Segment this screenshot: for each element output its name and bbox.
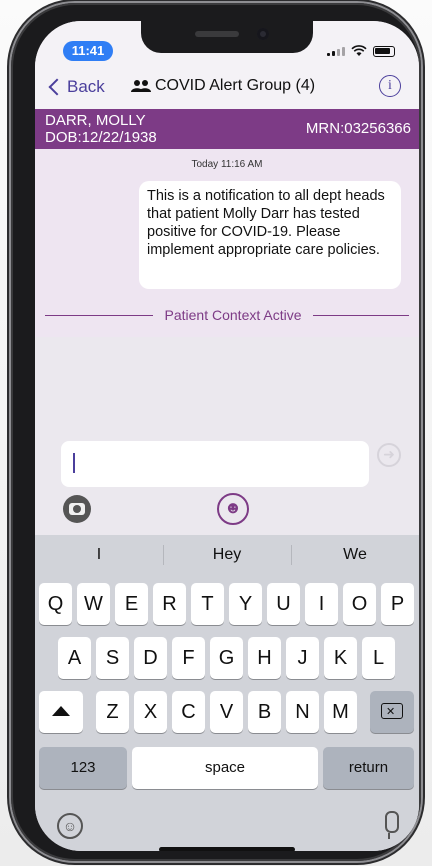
screen: 11:41 Back COVID Alert Group (4) i DARR,… — [35, 21, 419, 851]
key-s[interactable]: S — [96, 637, 129, 679]
nav-bar: Back COVID Alert Group (4) i — [35, 65, 419, 109]
status-icons — [327, 45, 395, 57]
message-timestamp: Today 11:16 AM — [191, 159, 263, 170]
patient-identity: DARR, MOLLY DOB:12/22/1938 — [45, 112, 157, 146]
key-z[interactable]: Z — [96, 691, 129, 733]
key-g[interactable]: G — [210, 637, 243, 679]
microphone-icon[interactable] — [383, 811, 399, 841]
group-icon — [131, 80, 151, 92]
key-v[interactable]: V — [210, 691, 243, 733]
home-indicator[interactable] — [159, 847, 295, 851]
numbers-key[interactable]: 123 — [39, 747, 127, 789]
patient-mrn: MRN:03256366 — [305, 120, 411, 137]
phone-frame: 11:41 Back COVID Alert Group (4) i DARR,… — [11, 3, 421, 861]
key-i[interactable]: I — [305, 583, 338, 625]
back-button[interactable]: Back — [48, 77, 105, 97]
key-f[interactable]: F — [172, 637, 205, 679]
suggestion-1[interactable]: I — [35, 535, 163, 575]
front-camera — [257, 28, 269, 40]
predictive-bar: I Hey We — [35, 535, 419, 575]
key-t[interactable]: T — [191, 583, 224, 625]
back-label: Back — [67, 77, 105, 96]
power-button — [421, 200, 425, 284]
message-input[interactable] — [61, 441, 369, 487]
key-a[interactable]: A — [58, 637, 91, 679]
key-h[interactable]: H — [248, 637, 281, 679]
keyboard: I Hey We Q W E R T Y U I O P A S D F G H — [35, 535, 419, 851]
battery-icon — [373, 45, 395, 57]
key-b[interactable]: B — [248, 691, 281, 733]
composer-toolbar: ☻ — [35, 487, 419, 535]
space-key[interactable]: space — [132, 747, 318, 789]
status-time: 11:41 — [63, 41, 113, 61]
backspace-icon — [381, 691, 403, 733]
message-thread: Today 11:16 AM This is a notification to… — [35, 149, 419, 337]
camera-icon[interactable] — [63, 495, 91, 523]
thread-empty-area — [35, 337, 419, 441]
key-e[interactable]: E — [115, 583, 148, 625]
speaker — [195, 31, 239, 37]
message-bubble[interactable]: This is a notification to all dept heads… — [139, 181, 401, 289]
text-cursor — [73, 453, 75, 473]
key-k[interactable]: K — [324, 637, 357, 679]
key-q[interactable]: Q — [39, 583, 72, 625]
patient-dob: DOB:12/22/1938 — [45, 129, 157, 146]
patient-context-label: Patient Context Active — [164, 307, 302, 323]
key-p[interactable]: P — [381, 583, 414, 625]
arrow-right-circle-icon[interactable]: ➜ — [377, 443, 401, 467]
shift-icon — [52, 705, 70, 716]
key-m[interactable]: M — [324, 691, 357, 733]
patient-context-icon[interactable]: ☻ — [217, 493, 249, 525]
key-y[interactable]: Y — [229, 583, 262, 625]
key-x[interactable]: X — [134, 691, 167, 733]
emoji-keyboard-icon[interactable]: ☺ — [57, 813, 83, 839]
key-l[interactable]: L — [362, 637, 395, 679]
divider-line-right — [313, 315, 409, 316]
chevron-left-icon — [48, 78, 66, 96]
suggestion-2[interactable]: Hey — [163, 535, 291, 575]
return-key[interactable]: return — [323, 747, 414, 789]
stage: 11:41 Back COVID Alert Group (4) i DARR,… — [0, 0, 432, 866]
key-w[interactable]: W — [77, 583, 110, 625]
conversation-title-label: COVID Alert Group (4) — [155, 77, 316, 94]
delete-key[interactable] — [370, 691, 414, 733]
key-d[interactable]: D — [134, 637, 167, 679]
key-n[interactable]: N — [286, 691, 319, 733]
patient-context-divider: Patient Context Active — [35, 307, 419, 327]
patient-banner[interactable]: DARR, MOLLY DOB:12/22/1938 MRN:03256366 — [35, 109, 419, 149]
key-r[interactable]: R — [153, 583, 186, 625]
signal-icon — [327, 46, 345, 56]
conversation-title: COVID Alert Group (4) — [131, 77, 315, 95]
patient-name: DARR, MOLLY — [45, 112, 146, 129]
key-o[interactable]: O — [343, 583, 376, 625]
key-j[interactable]: J — [286, 637, 319, 679]
divider-line-left — [45, 315, 153, 316]
keyboard-bottom-bar: ☺ — [35, 805, 419, 851]
key-c[interactable]: C — [172, 691, 205, 733]
notch — [141, 21, 313, 53]
shift-key[interactable] — [39, 691, 83, 733]
wifi-icon — [351, 45, 367, 56]
info-icon[interactable]: i — [379, 75, 401, 97]
key-u[interactable]: U — [267, 583, 300, 625]
suggestion-3[interactable]: We — [291, 535, 419, 575]
